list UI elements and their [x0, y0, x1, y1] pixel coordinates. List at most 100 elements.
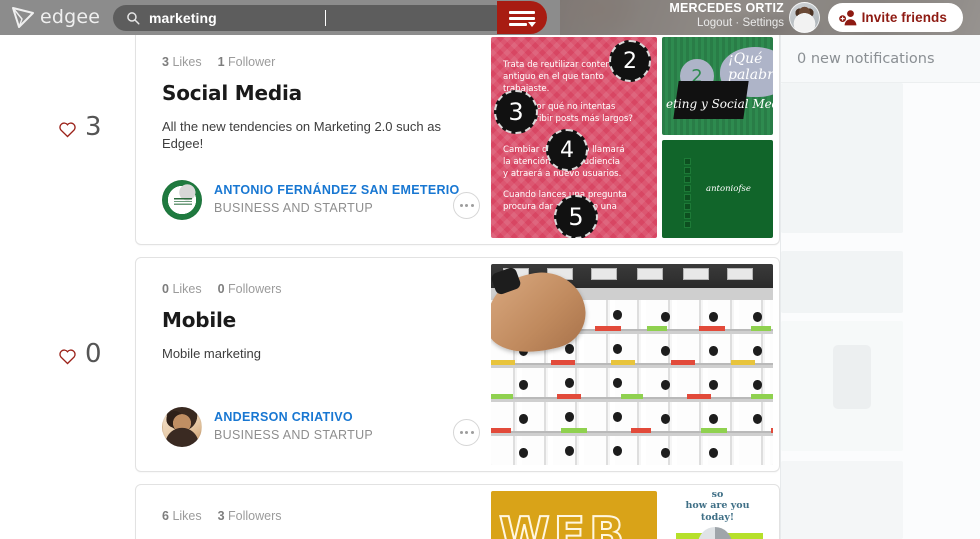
more-options-icon[interactable]	[453, 419, 480, 446]
user-block: MERCEDES ORTIZ Logout · Settings	[654, 1, 784, 34]
like-block[interactable]: 0	[58, 339, 128, 372]
search-icon	[126, 11, 140, 25]
invite-friends-label: Invite friends	[861, 10, 947, 25]
hay-gauge-icon	[698, 527, 732, 539]
feed-card[interactable]: 3 Likes 1 Follower Social Media All the …	[59, 35, 780, 245]
followers-count: 3	[217, 509, 225, 523]
hay-line-2: how are you	[685, 500, 750, 511]
heart-outline-icon[interactable]	[58, 347, 77, 365]
ghost-item	[781, 251, 903, 313]
card-title[interactable]: Mobile	[162, 308, 464, 332]
edgee-paper-plane-icon[interactable]	[10, 5, 36, 30]
thumbnail-yellow-web-banner[interactable]: WEB	[491, 491, 657, 539]
card-author-row: ANTONIO FERNÁNDEZ SAN EMETERIO BUSINESS …	[162, 180, 480, 222]
likes-count: 3	[162, 55, 169, 69]
page-scrollbar[interactable]	[976, 35, 980, 539]
twitter-icon	[684, 158, 691, 165]
card-body: 0 Likes 0 Followers Mobile Mobile market…	[59, 258, 486, 471]
logout-link[interactable]: Logout	[697, 17, 732, 29]
card-description: Mobile marketing	[162, 346, 261, 361]
card-thumbnails: WEB so how are you today!	[485, 485, 779, 539]
author-category: BUSINESS AND STARTUP	[214, 428, 374, 442]
banner-text: WEB	[498, 506, 629, 539]
likes-count: 6	[162, 509, 169, 523]
badge-2: 2	[609, 40, 651, 82]
linkedin-icon	[684, 176, 691, 183]
invite-friends-button[interactable]: Invite friends	[827, 3, 963, 32]
author-names: ANTONIO FERNÁNDEZ SAN EMETERIO BUSINESS …	[214, 182, 460, 216]
google-plus-icon	[684, 221, 691, 228]
like-block[interactable]: 3	[58, 112, 128, 145]
author-name-link[interactable]: ANDERSON CRIATIVO	[214, 409, 373, 425]
thumbnail-green-book[interactable]: 2 ¡Qué palabras! eting y Social Medi	[662, 37, 773, 135]
like-count: 3	[85, 112, 102, 142]
badge-4: 4	[546, 129, 588, 171]
facebook-icon	[684, 167, 691, 174]
ghost-item	[781, 461, 903, 539]
youtube-icon	[684, 185, 691, 192]
text-cursor	[325, 10, 326, 26]
brand-name[interactable]: edgee	[40, 5, 100, 30]
card-title[interactable]: Social Media	[162, 81, 464, 105]
card-description: All the new tendencies on Marketing 2.0 …	[162, 119, 441, 151]
author-avatar[interactable]	[162, 180, 202, 220]
author-names: ANDERSON CRIATIVO BUSINESS AND STARTUP	[214, 409, 373, 443]
app-header: edgee MERCEDES ORTIZ Logout	[0, 0, 980, 35]
art-line-3: ¿Por qué no intentas	[527, 102, 616, 112]
add-friend-icon	[838, 9, 857, 26]
card-body: 6 Likes 3 Followers	[136, 485, 486, 539]
feed-card[interactable]: 0 Likes 0 Followers Mobile Mobile market…	[59, 257, 780, 472]
notifications-header: 0 new notifications	[781, 35, 980, 83]
author-category: BUSINESS AND STARTUP	[214, 201, 374, 215]
author-avatar[interactable]	[162, 407, 202, 447]
card-thumbnails	[485, 258, 779, 471]
search-input[interactable]	[149, 5, 499, 31]
user-links: Logout · Settings	[654, 16, 784, 30]
notifications-panel[interactable]: 0 new notifications	[780, 35, 980, 539]
ghost-item	[781, 83, 903, 233]
followers-count: 0	[217, 282, 225, 296]
likes-label: Likes	[172, 509, 202, 523]
hamburger-menu-icon[interactable]	[497, 1, 547, 34]
card-body: 3 Likes 1 Follower Social Media All the …	[59, 35, 486, 244]
followers-label: Followers	[228, 509, 282, 523]
followers-label: Followers	[228, 282, 282, 296]
feed-card[interactable]: 6 Likes 3 Followers WEB so how are you t…	[135, 484, 780, 539]
thumbnail-apple-boxes-photo[interactable]	[491, 264, 773, 465]
user-name[interactable]: MERCEDES ORTIZ	[654, 1, 784, 16]
followers-count: 1	[217, 55, 225, 69]
tumblr-icon	[684, 194, 691, 201]
thumbnail-pink-infographic[interactable]: Trata de reutilizar contenido antiguo en…	[491, 37, 657, 238]
likes-label: Likes	[172, 55, 202, 69]
search-bar[interactable]	[113, 5, 508, 31]
thumbnail-column: 2 ¡Qué palabras! eting y Social Medi	[662, 37, 773, 238]
notifications-faded-content	[781, 83, 980, 539]
author-name-link[interactable]: ANTONIO FERNÁNDEZ SAN EMETERIO	[214, 182, 460, 198]
notifications-title: 0 new notifications	[797, 50, 935, 67]
thumbnail-green-handle[interactable]: antoniofse	[662, 140, 773, 238]
more-options-icon[interactable]	[453, 192, 480, 219]
followers-label: Follower	[228, 55, 276, 69]
card-stats: 6 Likes 3 Followers	[162, 509, 464, 523]
like-count: 0	[85, 339, 102, 369]
app-root: 3 Likes 1 Follower Social Media All the …	[0, 0, 980, 539]
heart-outline-icon[interactable]	[58, 120, 77, 138]
book-headline: ¡Qué palabras!	[728, 51, 773, 83]
book-subtitle: eting y Social Medi	[666, 97, 773, 111]
card-stats: 0 Likes 0 Followers	[162, 282, 464, 296]
thumbnail-column: so how are you today!	[662, 491, 773, 539]
art-line-7: y atraerá a nuevo usuarios.	[503, 169, 622, 179]
avatar[interactable]	[789, 2, 820, 33]
links-separator: ·	[735, 17, 740, 29]
pinterest-icon	[684, 212, 691, 219]
ghost-phone	[833, 345, 871, 409]
hay-line-3: today!	[700, 512, 735, 523]
badge-3: 3	[494, 90, 538, 134]
social-icons-strip	[684, 158, 691, 228]
likes-count: 0	[162, 282, 169, 296]
likes-label: Likes	[172, 282, 202, 296]
card-author-row: ANDERSON CRIATIVO BUSINESS AND STARTUP	[162, 407, 480, 449]
thumbnail-how-are-you[interactable]: so how are you today!	[662, 491, 773, 539]
author-handle: antoniofse	[706, 184, 751, 194]
settings-link[interactable]: Settings	[742, 17, 784, 29]
